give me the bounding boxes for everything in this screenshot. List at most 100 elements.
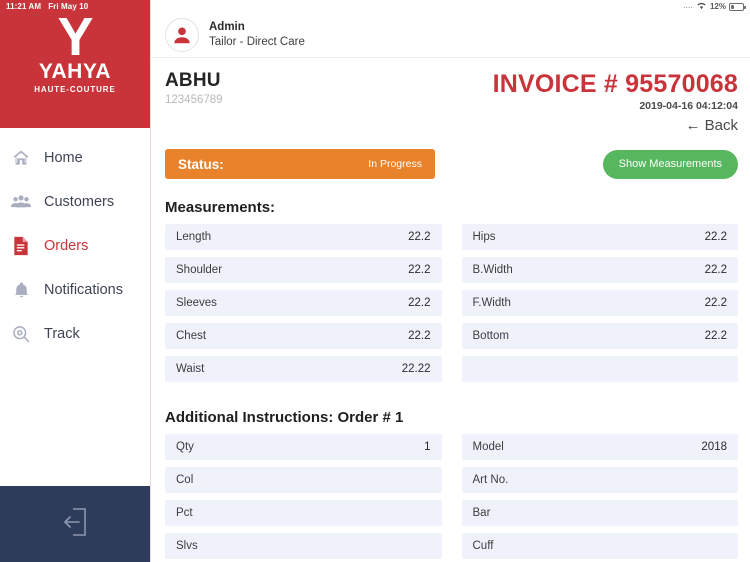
sidebar-item-label: Home xyxy=(44,150,83,166)
measurements-grid: Length 22.2 Shoulder 22.2 Sleeves 22.2 C… xyxy=(151,224,750,389)
sidebar-item-label: Notifications xyxy=(44,282,123,298)
instructions-right-column: Model 2018 Art No. Bar Cuff xyxy=(461,434,738,562)
people-icon xyxy=(10,191,32,213)
back-button[interactable]: ← Back xyxy=(685,117,738,134)
table-row[interactable]: Length 22.2 xyxy=(165,224,442,250)
sidebar-item-label: Orders xyxy=(44,238,89,254)
row-key: Bar xyxy=(472,507,491,519)
table-row[interactable]: Art No. xyxy=(461,467,738,493)
measurements-left-column: Length 22.2 Shoulder 22.2 Sleeves 22.2 C… xyxy=(165,224,442,389)
table-row[interactable]: Bottom 22.2 xyxy=(461,323,738,349)
user-name: Admin xyxy=(209,21,245,34)
status-bar-right: .... 12% xyxy=(683,0,746,13)
top-user-bar: Admin Tailor - Direct Care xyxy=(151,0,750,58)
table-row[interactable]: Col xyxy=(165,467,442,493)
table-row[interactable]: Sleeves 22.2 xyxy=(165,290,442,316)
user-info: Admin Tailor - Direct Care xyxy=(209,20,305,49)
avatar xyxy=(165,17,199,52)
row-key: Col xyxy=(176,474,194,486)
invoice-number: INVOICE # 95570068 xyxy=(492,70,738,98)
status-label: Status: xyxy=(178,156,224,172)
customer-name: ABHU xyxy=(165,70,221,91)
row-key: Sleeves xyxy=(176,297,217,309)
table-row[interactable]: Slvs xyxy=(165,533,442,559)
measurements-right-column: Hips 22.2 B.Width 22.2 F.Width 22.2 Bott… xyxy=(461,224,738,389)
row-key: Chest xyxy=(176,330,207,342)
search-location-icon xyxy=(10,323,32,345)
row-value: 22.2 xyxy=(704,231,727,243)
row-key: Length xyxy=(176,231,212,243)
instructions-left-column: Qty 1 Col Pct Slvs xyxy=(165,434,442,562)
row-key: Model xyxy=(472,441,504,453)
document-icon xyxy=(10,235,32,257)
row-key: Slvs xyxy=(176,540,198,552)
status-bar-left: 11:21 AM Fri May 10 xyxy=(6,2,88,11)
row-key: Qty xyxy=(176,441,194,453)
row-key: Bottom xyxy=(472,330,509,342)
row-value: 22.2 xyxy=(408,297,431,309)
status-row: Status: In Progress Show Measurements xyxy=(151,149,750,179)
status-bar-time: 11:21 AM xyxy=(6,2,42,11)
brand-logo: Y YAHYA HAUTE-COUTURE xyxy=(34,7,116,94)
main-content: .... 12% Admin Tailor - Direct Care ABHU… xyxy=(150,0,750,562)
sidebar: 11:21 AM Fri May 10 Y YAHYA HAUTE-COUTURE… xyxy=(0,0,150,562)
row-key: Shoulder xyxy=(176,264,223,276)
sidebar-nav: Home Customers Orders Notifications Trac… xyxy=(0,128,150,486)
status-bar-date: Fri May 10 xyxy=(48,2,89,11)
brand-panel: 11:21 AM Fri May 10 Y YAHYA HAUTE-COUTURE xyxy=(0,0,150,128)
row-value: 22.2 xyxy=(704,330,727,342)
brand-tagline: HAUTE-COUTURE xyxy=(34,85,116,94)
battery-percent-label: 12% xyxy=(709,2,726,11)
row-value: 22.22 xyxy=(401,363,431,375)
sidebar-item-customers[interactable]: Customers xyxy=(0,180,150,224)
table-row[interactable]: Hips 22.2 xyxy=(461,224,738,250)
logout-button[interactable] xyxy=(0,486,150,562)
sidebar-item-label: Track xyxy=(44,326,80,342)
invoice-block: INVOICE # 95570068 2019-04-16 04:12:04 ←… xyxy=(493,70,738,135)
table-row[interactable]: Shoulder 22.2 xyxy=(165,257,442,283)
table-row[interactable]: Qty 1 xyxy=(165,434,442,460)
invoice-header: ABHU 123456789 INVOICE # 95570068 2019-0… xyxy=(151,58,750,135)
row-key: Pct xyxy=(176,507,193,519)
signal-dots-icon: .... xyxy=(683,3,693,10)
table-row[interactable] xyxy=(461,356,738,382)
instructions-title: Additional Instructions: Order # 1 xyxy=(165,409,404,426)
sidebar-item-orders[interactable]: Orders xyxy=(0,224,150,268)
measurements-title: Measurements: xyxy=(165,199,276,216)
row-key: Hips xyxy=(472,231,496,243)
show-measurements-button[interactable]: Show Measurements xyxy=(602,149,738,179)
sidebar-item-label: Customers xyxy=(44,194,115,210)
row-key: B.Width xyxy=(472,264,513,276)
table-row[interactable]: Pct xyxy=(165,500,442,526)
table-row[interactable]: Waist 22.22 xyxy=(165,356,442,382)
customer-block: ABHU 123456789 xyxy=(165,70,223,106)
sidebar-item-track[interactable]: Track xyxy=(0,312,150,356)
row-value: 2018 xyxy=(701,441,727,453)
row-value: 1 xyxy=(424,441,431,453)
row-value: 22.2 xyxy=(408,264,431,276)
user-role: Tailor - Direct Care xyxy=(209,35,305,48)
logout-icon xyxy=(60,505,90,544)
app-root: 11:21 AM Fri May 10 Y YAHYA HAUTE-COUTURE… xyxy=(0,0,750,562)
table-row[interactable]: B.Width 22.2 xyxy=(461,257,738,283)
instructions-grid: Qty 1 Col Pct Slvs Model 2018 Art No. Ba… xyxy=(151,434,750,562)
row-key: Waist xyxy=(176,363,205,375)
row-key: F.Width xyxy=(472,297,511,309)
status-value: In Progress xyxy=(368,158,422,170)
battery-icon xyxy=(729,2,746,11)
table-row[interactable]: F.Width 22.2 xyxy=(461,290,738,316)
brand-name: YAHYA xyxy=(38,60,112,83)
brand-monogram: Y xyxy=(57,7,93,67)
row-key: Art No. xyxy=(472,474,509,486)
row-value: 22.2 xyxy=(408,231,431,243)
table-row[interactable]: Cuff xyxy=(461,533,738,559)
sidebar-item-notifications[interactable]: Notifications xyxy=(0,268,150,312)
table-row[interactable]: Model 2018 xyxy=(461,434,738,460)
table-row[interactable]: Bar xyxy=(461,500,738,526)
sidebar-item-home[interactable]: Home xyxy=(0,136,150,180)
bell-icon xyxy=(10,279,32,301)
row-value: 22.2 xyxy=(408,330,431,342)
row-value: 22.2 xyxy=(704,297,727,309)
table-row[interactable]: Chest 22.2 xyxy=(165,323,442,349)
status-badge: Status: In Progress xyxy=(165,149,435,179)
